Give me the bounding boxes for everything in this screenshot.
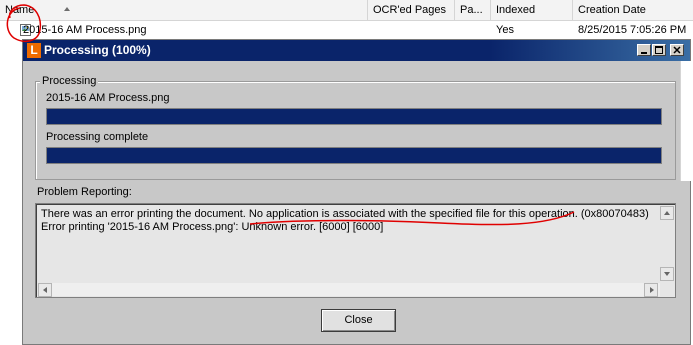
annotation-overlay — [6, 4, 575, 226]
annotation-underline — [249, 211, 575, 226]
annotation-circle — [6, 4, 42, 43]
